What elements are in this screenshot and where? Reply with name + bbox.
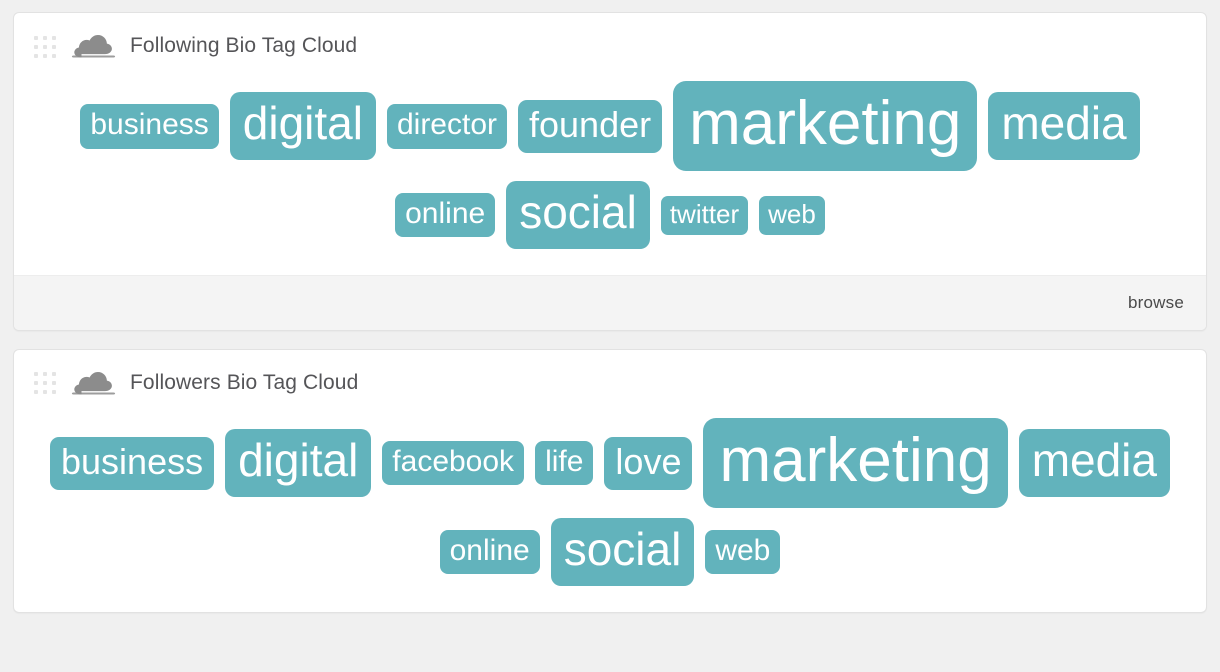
- tag-director[interactable]: director: [386, 103, 508, 149]
- tag-facebook[interactable]: facebook: [382, 440, 525, 486]
- cloud-icon: [70, 31, 116, 61]
- grid-dot: [52, 35, 56, 40]
- browse-link[interactable]: browse: [1128, 293, 1184, 313]
- dashboard-page: Following Bio Tag Cloud business digital…: [0, 0, 1220, 672]
- grid-dot: [34, 53, 38, 58]
- grid-dots-icon[interactable]: [34, 372, 56, 395]
- tag-social[interactable]: social: [550, 518, 695, 586]
- grid-dot: [43, 44, 47, 49]
- tag-cloud: business digital facebook life love mark…: [14, 404, 1206, 612]
- grid-dot: [43, 381, 47, 386]
- panel-followers-bio-tag-cloud: Followers Bio Tag Cloud business digital…: [13, 348, 1207, 613]
- tag-life[interactable]: life: [535, 440, 594, 486]
- tag-business[interactable]: business: [50, 436, 215, 490]
- tag-cloud-row: online social twitter web: [30, 181, 1190, 249]
- tag-media[interactable]: media: [1018, 429, 1170, 497]
- tag-web[interactable]: web: [705, 529, 781, 575]
- tag-digital[interactable]: digital: [225, 429, 372, 497]
- tag-marketing[interactable]: marketing: [703, 417, 1008, 509]
- tag-cloud-row: online social web: [30, 518, 1190, 586]
- tag-founder[interactable]: founder: [518, 99, 663, 153]
- grid-dot: [43, 372, 47, 377]
- tag-media[interactable]: media: [988, 92, 1140, 160]
- tag-cloud: business digital director founder market…: [14, 67, 1206, 275]
- grid-dot: [34, 390, 38, 395]
- grid-dot: [34, 381, 38, 386]
- tag-love[interactable]: love: [604, 436, 693, 490]
- grid-dot: [43, 390, 47, 395]
- cloud-icon: [70, 368, 116, 398]
- grid-dots-icon[interactable]: [34, 35, 56, 58]
- grid-dot: [43, 35, 47, 40]
- grid-dot: [34, 35, 38, 40]
- grid-dot: [34, 372, 38, 377]
- tag-social[interactable]: social: [506, 181, 650, 249]
- panel-following-bio-tag-cloud: Following Bio Tag Cloud business digital…: [13, 12, 1207, 331]
- tag-online[interactable]: online: [439, 529, 540, 575]
- tag-cloud-row: business digital director founder market…: [30, 81, 1190, 172]
- tag-digital[interactable]: digital: [229, 92, 376, 160]
- tag-cloud-row: business digital facebook life love mark…: [30, 417, 1190, 509]
- tag-twitter[interactable]: twitter: [660, 195, 749, 235]
- tag-marketing[interactable]: marketing: [673, 81, 978, 172]
- grid-dot: [52, 53, 56, 58]
- grid-dot: [52, 381, 56, 386]
- tag-business[interactable]: business: [80, 103, 219, 149]
- grid-dot: [52, 390, 56, 395]
- tag-online[interactable]: online: [395, 192, 496, 238]
- grid-dot: [52, 44, 56, 49]
- grid-dot: [43, 53, 47, 58]
- grid-dot: [34, 44, 38, 49]
- panel-header: Followers Bio Tag Cloud: [14, 350, 1206, 404]
- grid-dot: [52, 372, 56, 377]
- page-title: Following Bio Tag Cloud: [130, 34, 358, 57]
- tag-web[interactable]: web: [759, 195, 825, 235]
- panel-header: Following Bio Tag Cloud: [14, 13, 1206, 67]
- page-title: Followers Bio Tag Cloud: [130, 370, 359, 394]
- panel-footer: browse: [14, 274, 1206, 330]
